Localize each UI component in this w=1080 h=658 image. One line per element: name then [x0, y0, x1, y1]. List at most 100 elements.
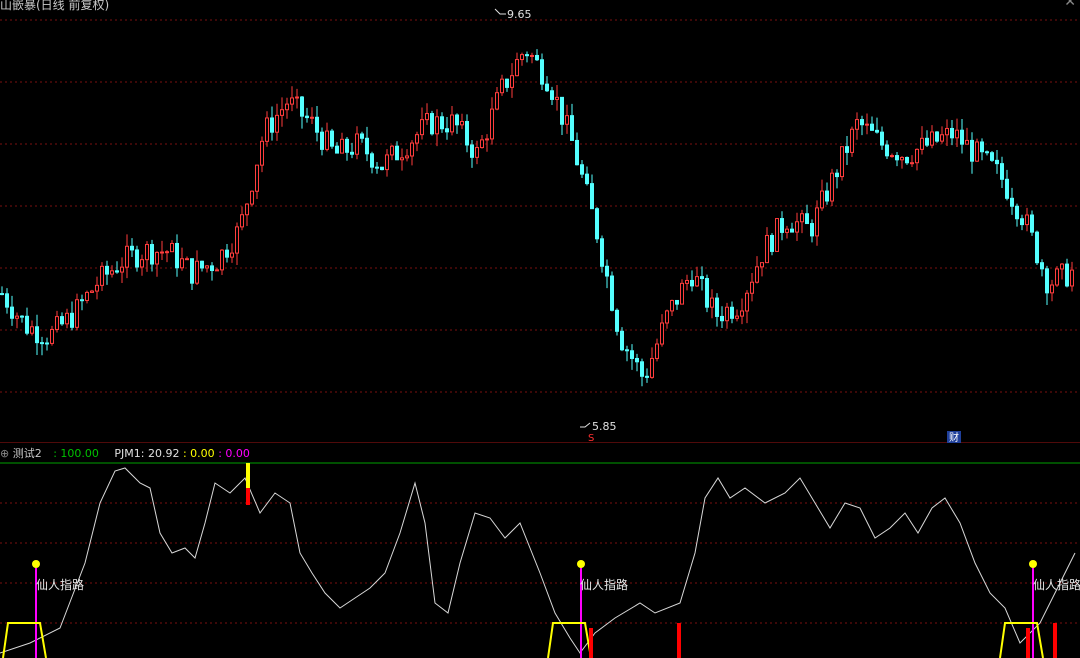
- candle-body: [175, 242, 179, 269]
- candle-body: [270, 117, 274, 133]
- candle-body: [835, 172, 839, 178]
- candle-body: [1060, 263, 1064, 270]
- candle-body: [5, 293, 9, 308]
- candle-body: [170, 242, 174, 253]
- candle-body: [200, 260, 204, 269]
- candle-body: [230, 252, 234, 258]
- candle-body: [495, 92, 499, 110]
- candle-body: [220, 249, 224, 271]
- candle-body: [555, 96, 559, 100]
- candle-body: [570, 115, 574, 141]
- candle-body: [35, 326, 39, 344]
- candle-body: [465, 121, 469, 146]
- candle-body: [1070, 269, 1074, 287]
- oscillator-chart[interactable]: 仙人指路 仙人指路 仙人指路: [0, 443, 1080, 658]
- candle-body: [455, 114, 459, 126]
- candle-body: [290, 97, 294, 105]
- candle-body: [775, 218, 779, 252]
- candle-body: [1015, 205, 1019, 220]
- candle-body: [975, 141, 979, 162]
- candle-body: [1000, 163, 1004, 180]
- candle-body: [1005, 178, 1009, 199]
- candle-body: [240, 214, 244, 228]
- candle-body: [530, 54, 534, 57]
- candle-body: [855, 119, 859, 130]
- candle-body: [685, 279, 689, 284]
- candle-body: [620, 330, 624, 351]
- candle-body: [745, 292, 749, 312]
- candle-body: [700, 276, 704, 280]
- candle-body: [85, 291, 89, 301]
- candle-body: [675, 299, 679, 305]
- candle-body: [280, 109, 284, 116]
- candle-body: [1025, 214, 1029, 226]
- candle-body: [460, 121, 464, 126]
- candle-body: [155, 251, 159, 265]
- candle-body: [950, 127, 954, 139]
- candle-body: [750, 281, 754, 294]
- close-icon[interactable]: ✕: [1064, 0, 1076, 10]
- candle-body: [595, 208, 599, 240]
- candle-body: [45, 342, 49, 345]
- candle-body: [265, 117, 269, 142]
- candle-body: [575, 139, 579, 166]
- candle-body: [1020, 218, 1024, 226]
- candle-body: [500, 78, 504, 94]
- candle-body: [515, 59, 519, 77]
- candle-body: [610, 275, 614, 311]
- candle-body: [75, 299, 79, 328]
- candle-body: [370, 153, 374, 168]
- candle-body: [830, 172, 834, 202]
- candle-body: [70, 312, 74, 328]
- high-price-label: 9.65: [507, 8, 532, 21]
- candle-body: [730, 306, 734, 319]
- candle-body: [940, 134, 944, 142]
- candle-body: [285, 103, 289, 111]
- candle-body: [505, 78, 509, 88]
- candle-body: [670, 299, 674, 312]
- candle-body: [355, 133, 359, 155]
- candle-body: [445, 128, 449, 133]
- candle-body: [695, 276, 699, 287]
- candle-body: [250, 190, 254, 205]
- sig-b-box: [547, 622, 592, 658]
- candle-body: [275, 114, 279, 133]
- candle-body: [1035, 231, 1039, 264]
- candle-body: [655, 343, 659, 359]
- candle-body: [810, 223, 814, 237]
- sig-a-dot: [32, 560, 40, 568]
- candle-body: [50, 328, 54, 344]
- candle-body: [165, 251, 169, 254]
- candle-body: [985, 151, 989, 154]
- candle-body: [780, 218, 784, 233]
- candle-body: [705, 278, 709, 308]
- candle-body: [1045, 268, 1049, 294]
- signal-label-1: 仙人指路: [36, 577, 84, 592]
- candle-body: [825, 190, 829, 202]
- candle-body: [160, 251, 164, 254]
- candle-body: [525, 54, 529, 57]
- candle-body: [625, 349, 629, 352]
- candle-body: [315, 116, 319, 133]
- candlestick-chart[interactable]: 9.65 5.85 S 财: [0, 0, 1080, 443]
- candle-body: [360, 133, 364, 139]
- candle-body: [650, 357, 654, 378]
- candle-body: [795, 221, 799, 233]
- candle-body: [215, 269, 219, 272]
- candle-body: [15, 315, 19, 319]
- s-marker: S: [588, 433, 594, 443]
- candle-body: [225, 249, 229, 258]
- candle-body: [1055, 268, 1059, 286]
- candle-body: [180, 258, 184, 269]
- candle-body: [140, 259, 144, 268]
- candle-body: [990, 152, 994, 161]
- candle-body: [710, 297, 714, 308]
- sig-c-box: [999, 622, 1044, 658]
- candle-body: [1040, 262, 1044, 270]
- candle-body: [305, 115, 309, 119]
- candle-body: [1010, 197, 1014, 207]
- candle-body: [935, 131, 939, 142]
- candle-body: [965, 139, 969, 145]
- candle-body: [195, 260, 199, 284]
- candle-body: [130, 245, 134, 251]
